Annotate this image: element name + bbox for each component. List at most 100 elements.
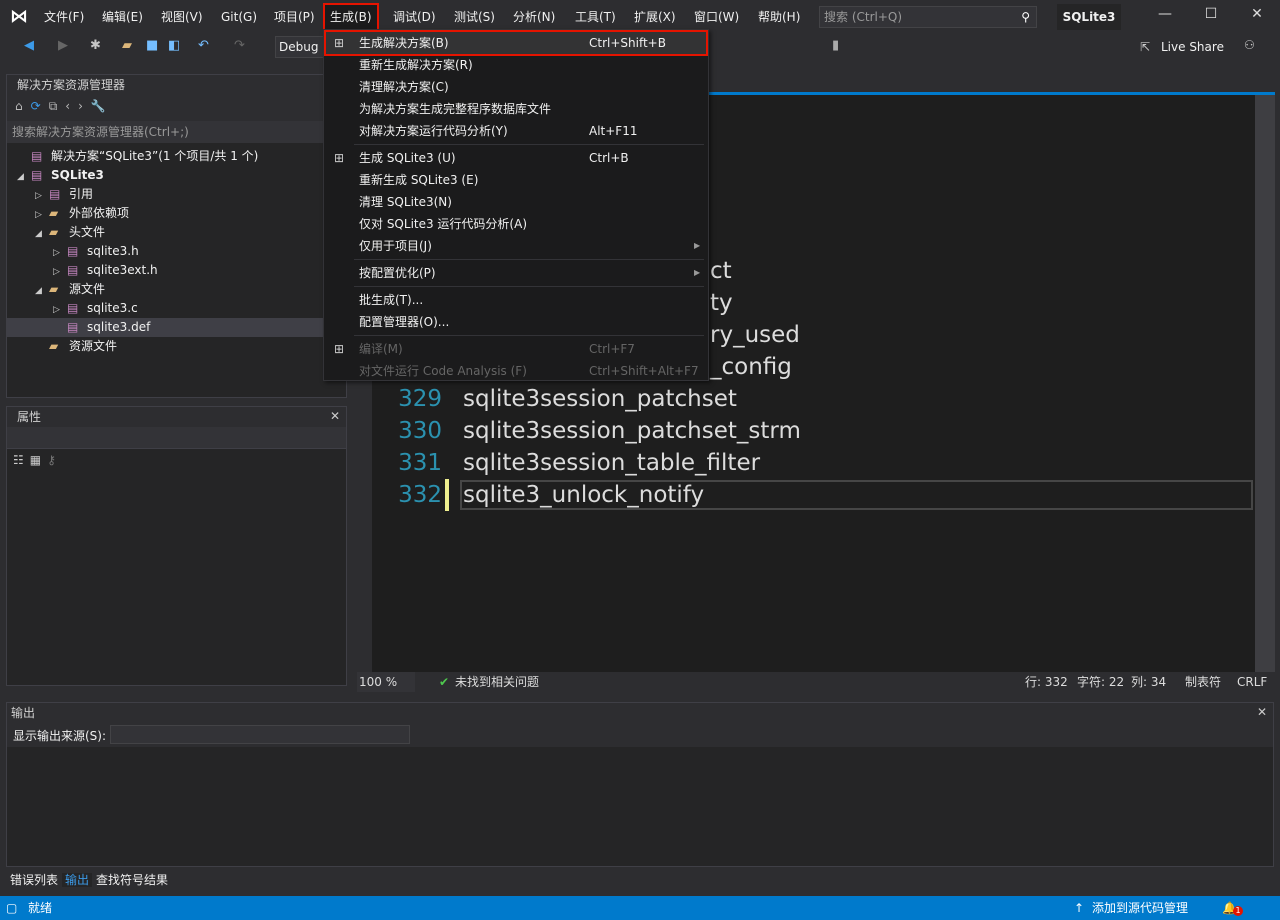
tree-item[interactable]: ▷ ▤ sqlite3.h [7, 242, 323, 261]
categorized-icon[interactable]: ☷ [13, 453, 30, 467]
visual-studio-logo-icon: ⋈ [10, 6, 28, 27]
tree-item[interactable]: ▤ sqlite3.def [7, 318, 323, 337]
new-project-icon[interactable]: ✱ [90, 38, 101, 53]
maximize-button[interactable]: ☐ [1188, 6, 1234, 28]
menu-file[interactable]: 文件(F) [41, 8, 87, 26]
menu-item-label: 仅对 SQLite3 运行代码分析(A) [359, 217, 528, 231]
close-button[interactable]: ✕ [1234, 6, 1280, 28]
menu-project[interactable]: 项目(P) [271, 8, 318, 26]
forward-icon[interactable]: ▶ [58, 38, 68, 53]
menu-item-shortcut: Ctrl+Shift+B [589, 36, 666, 50]
source-control-button[interactable]: 添加到源代码管理 [1092, 896, 1188, 920]
header-file-icon: ▤ [67, 263, 79, 277]
close-output-icon[interactable]: ✕ [1257, 705, 1267, 719]
tree-item[interactable]: ▷ ▰ 外部依赖项 [7, 204, 323, 223]
menu-help[interactable]: 帮助(H) [755, 8, 803, 26]
solution-explorer-toolbar: ⌂⟳⧉‹›🔧 [7, 95, 346, 121]
menu-analyze[interactable]: 分析(N) [510, 8, 558, 26]
issues-status[interactable]: 未找到相关问题 [455, 672, 539, 692]
key-icon[interactable]: ⚷ [47, 453, 62, 467]
zoom-dropdown[interactable]: 100 % [357, 672, 415, 692]
tab-find-symbol[interactable]: 查找符号结果 [92, 873, 172, 887]
menu-item-label: 清理解决方案(C) [359, 80, 449, 94]
menu-separator [354, 259, 704, 260]
solution-search-input[interactable]: 搜索解决方案资源管理器(Ctrl+;) [7, 121, 346, 143]
build-menu-item[interactable]: ⊞ 生成 SQLite3 (U) Ctrl+B [326, 147, 706, 169]
open-icon[interactable]: ▰ [122, 38, 132, 53]
build-menu-item[interactable]: 清理解决方案(C) [326, 76, 706, 98]
build-menu-item[interactable]: 仅用于项目(J) ▶ [326, 235, 706, 257]
property-pages-icon[interactable]: ▦ [30, 453, 47, 467]
menu-item-label: 仅用于项目(J) [359, 239, 432, 253]
tree-item[interactable]: ▤ 解决方案“SQLite3”(1 个项目/共 1 个) [7, 147, 323, 166]
tree-item[interactable]: ▰ 资源文件 [7, 337, 323, 356]
menu-view[interactable]: 视图(V) [158, 8, 206, 26]
tab-output[interactable]: 输出 [62, 873, 93, 887]
save-all-icon[interactable]: ◧ [168, 38, 180, 53]
menu-item-shortcut: Ctrl+Shift+Alt+F7 [589, 364, 699, 378]
menu-test[interactable]: 测试(S) [451, 8, 498, 26]
solution-explorer-panel: 解决方案资源管理器 ⌂⟳⧉‹›🔧 搜索解决方案资源管理器(Ctrl+;) ▤ 解决… [6, 74, 347, 398]
redo-icon[interactable]: ↷ [234, 38, 245, 53]
build-menu-item[interactable]: 仅对 SQLite3 运行代码分析(A) [326, 213, 706, 235]
tree-item[interactable]: ▷ ▤ 引用 [7, 185, 323, 204]
properties-wrench-icon[interactable]: 🔧 [91, 99, 114, 113]
def-file-icon: ▤ [67, 320, 79, 334]
bookmark-icon[interactable]: ▮ [832, 38, 839, 53]
build-menu-item[interactable]: 按配置优化(P) ▶ [326, 262, 706, 284]
tree-item[interactable]: ▷ ▤ sqlite3.c [7, 299, 323, 318]
menu-tools[interactable]: 工具(T) [572, 8, 619, 26]
output-source-dropdown[interactable] [110, 725, 410, 744]
tree-item[interactable]: ◢ ▰ 头文件 [7, 223, 323, 242]
tab-error-list[interactable]: 错误列表 [6, 873, 62, 887]
build-menu-item[interactable]: 重新生成解决方案(R) [326, 54, 706, 76]
line-ending[interactable]: CRLF [1237, 672, 1267, 692]
configuration-dropdown[interactable]: Debug [275, 36, 325, 58]
undo-icon[interactable]: ↶ [198, 38, 209, 53]
indent-mode[interactable]: 制表符 [1185, 672, 1221, 692]
bottom-tabs: 错误列表 输出 查找符号结果 [6, 869, 172, 891]
line-number: 330 [398, 418, 442, 444]
menu-item-label: 批生成(T)... [359, 293, 424, 307]
code-icon[interactable]: ‹› [65, 99, 91, 113]
build-menu-item[interactable]: ⊞ 生成解决方案(B) Ctrl+Shift+B [324, 30, 708, 56]
collapse-icon[interactable]: ⧉ [49, 99, 66, 113]
menu-git[interactable]: Git(G) [218, 8, 260, 26]
build-menu-item[interactable]: 配置管理器(O)... [326, 311, 706, 333]
live-share-button[interactable]: Live Share [1161, 40, 1224, 54]
menu-extensions[interactable]: 扩展(X) [631, 8, 679, 26]
tree-item[interactable]: ▷ ▤ sqlite3ext.h [7, 261, 323, 280]
search-icon: ⚲ [1021, 10, 1030, 24]
build-menu-item[interactable]: 清理 SQLite3(N) [326, 191, 706, 213]
build-menu-item: ⊞ 编译(M) Ctrl+F7 [326, 338, 706, 360]
build-menu-item[interactable]: 批生成(T)... [326, 289, 706, 311]
back-icon[interactable]: ◀ [24, 38, 34, 53]
menu-build[interactable]: 生成(B) [323, 3, 379, 31]
tree-item[interactable]: ◢ ▤ SQLite3 [7, 166, 323, 185]
line-number: 332 [398, 482, 442, 508]
menu-window[interactable]: 窗口(W) [691, 8, 742, 26]
minimize-button[interactable]: — [1142, 6, 1188, 28]
close-panel-icon[interactable]: ✕ [330, 409, 340, 423]
ready-icon: ▢ [6, 901, 18, 915]
home-icon[interactable]: ⌂ [15, 99, 31, 113]
menu-edit[interactable]: 编辑(E) [99, 8, 146, 26]
tree-item-label: 外部依赖项 [69, 206, 130, 220]
properties-object-dropdown[interactable] [7, 427, 346, 449]
feedback-icon[interactable]: ⚇ [1244, 38, 1255, 52]
line-number: 329 [398, 386, 442, 412]
save-icon[interactable]: ■ [146, 38, 158, 53]
code-line-fragment: ct [710, 258, 732, 284]
output-title: 输出 [7, 703, 1273, 723]
search-input[interactable]: 搜索 (Ctrl+Q) ⚲ [819, 6, 1037, 28]
menu-debug[interactable]: 调试(D) [390, 8, 439, 26]
build-menu-item[interactable]: 重新生成 SQLite3 (E) [326, 169, 706, 191]
build-menu-item[interactable]: 为解决方案生成完整程序数据库文件 [326, 98, 706, 120]
properties-panel: 属性 ✕ ☷▦⚷ [6, 406, 347, 686]
menu-item-label: 清理 SQLite3(N) [359, 195, 452, 209]
tree-item[interactable]: ◢ ▰ 源文件 [7, 280, 323, 299]
vertical-scrollbar[interactable] [1255, 95, 1275, 672]
tree-item-label: 头文件 [69, 225, 106, 239]
build-menu-item[interactable]: 对解决方案运行代码分析(Y) Alt+F11 [326, 120, 706, 142]
sync-icon[interactable]: ⟳ [31, 99, 49, 113]
